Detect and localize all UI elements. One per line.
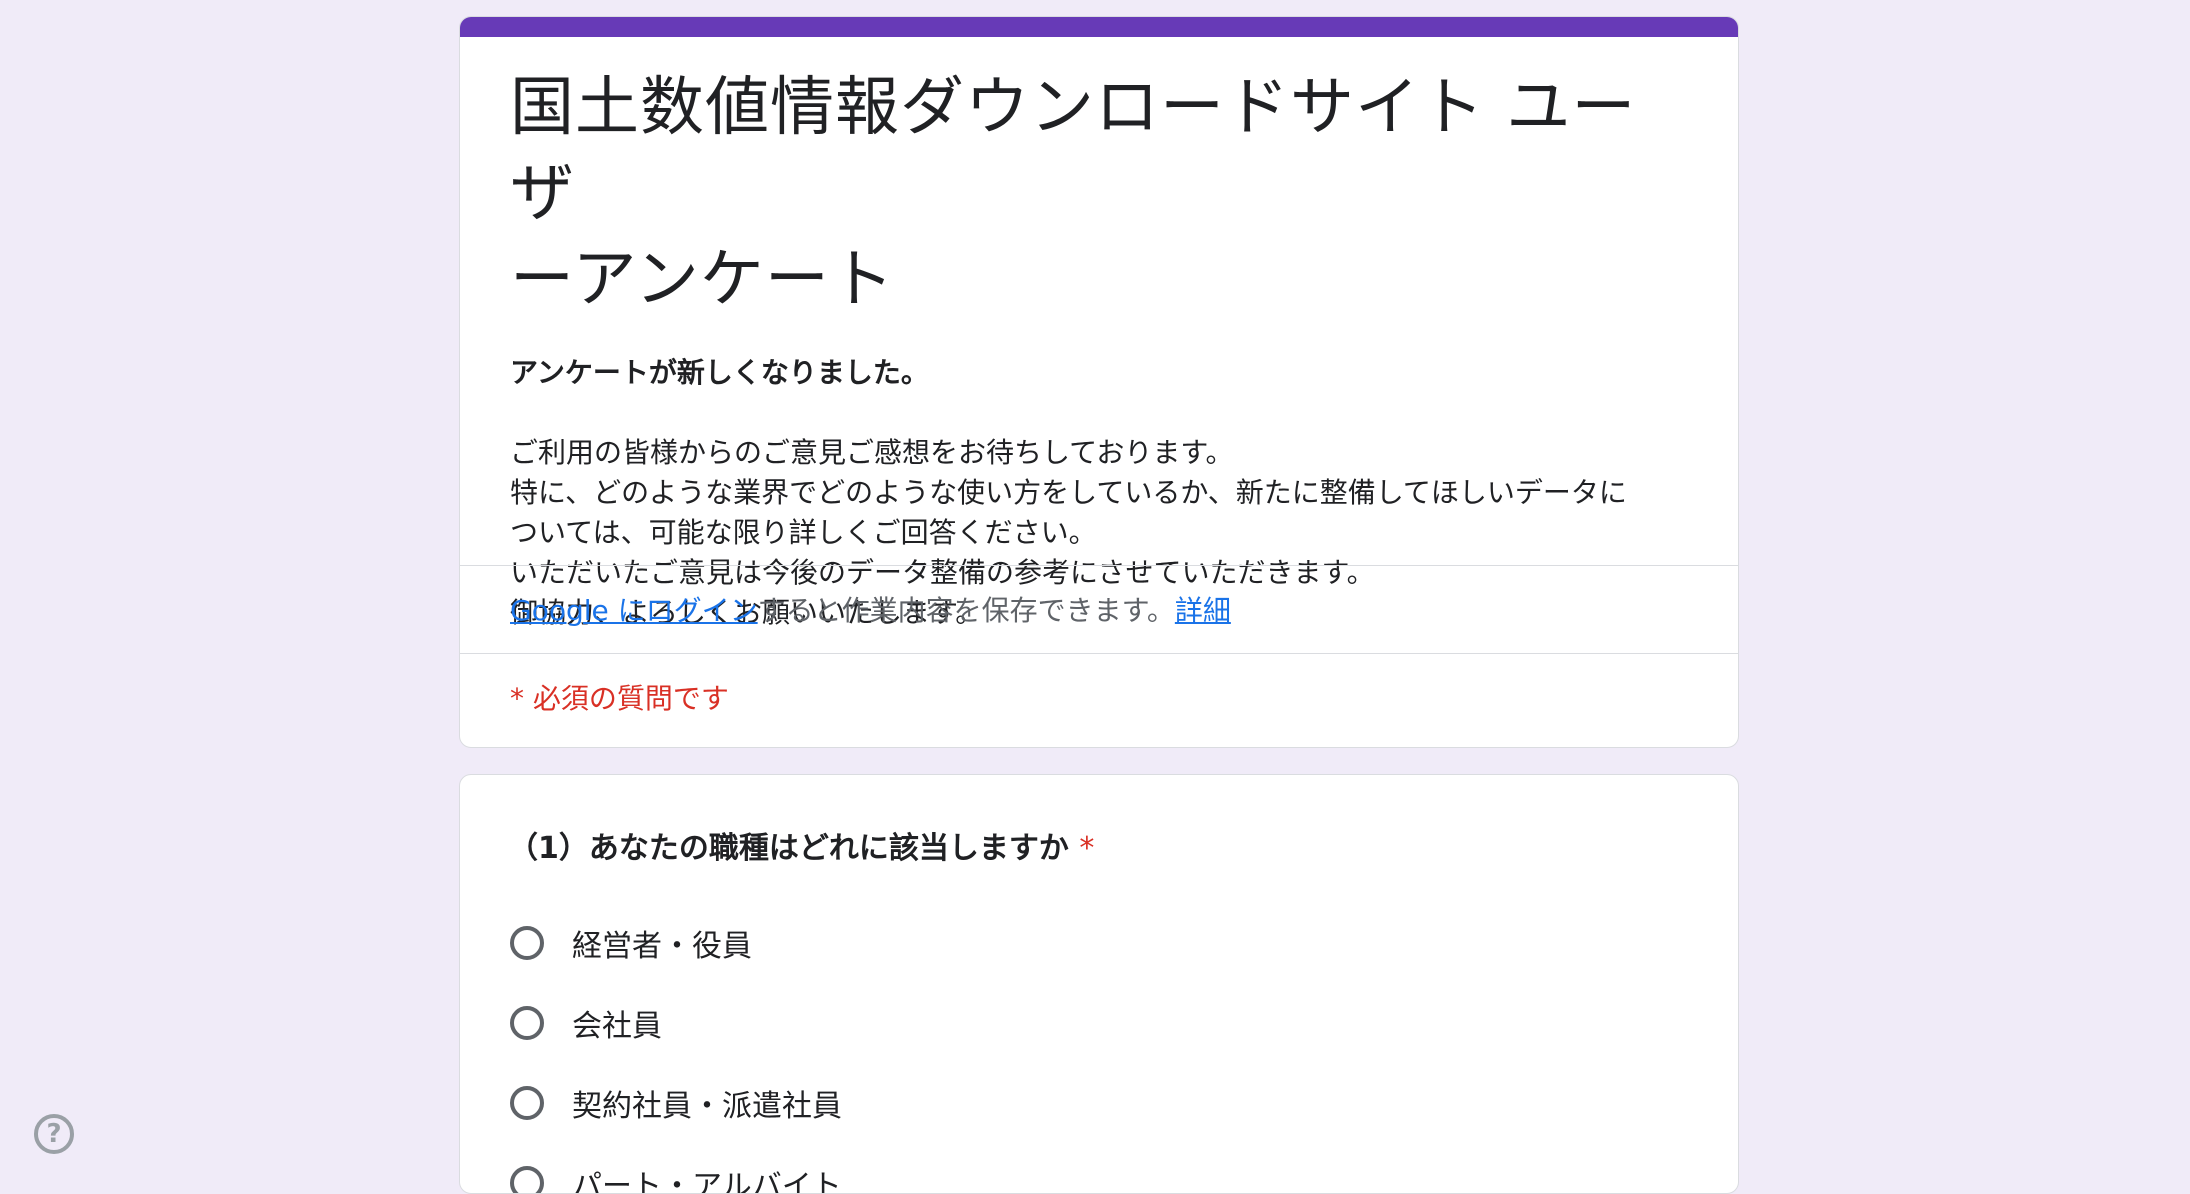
option-contract[interactable]: 契約社員・派遣社員	[510, 1081, 842, 1125]
radio-button[interactable]	[510, 1086, 544, 1120]
question-title: （1）あなたの職種はどれに該当しますか *	[508, 823, 1094, 867]
required-note: * 必須の質問です	[510, 682, 729, 715]
details-link[interactable]: 詳細	[1175, 594, 1231, 627]
header-body: 国土数値情報ダウンロードサイト ユーザ ーアンケート アンケートが新しくなりまし…	[460, 37, 1738, 633]
question-card: （1）あなたの職種はどれに該当しますか * 経営者・役員 会社員 契約社員・派遣…	[459, 774, 1739, 1194]
login-save-text: すると作業内容を保存できます。	[757, 594, 1175, 627]
description-line: ご利用の皆様からのご意見ご感想をお待ちしております。	[510, 436, 1234, 469]
option-part-time[interactable]: パート・アルバイト	[510, 1161, 842, 1194]
form-title-line1: 国土数値情報ダウンロードサイト ユーザ	[510, 71, 1637, 231]
option-label: 契約社員・派遣社員	[572, 1089, 842, 1124]
radio-button[interactable]	[510, 1006, 544, 1040]
description-line: 特に、どのような業界でどのような使い方をしているか、新たに整備してほしいデータに	[510, 476, 1627, 509]
form-title-line2: ーアンケート	[510, 243, 895, 317]
form-title: 国土数値情報ダウンロードサイト ユーザ ーアンケート	[510, 65, 1688, 323]
description-line: いただいたご意見は今後のデータ整備の参考にさせていただきます。	[510, 556, 1375, 589]
question-title-text: （1）あなたの職種はどれに該当しますか	[508, 831, 1069, 866]
accent-bar	[460, 17, 1738, 37]
form-header-card: 国土数値情報ダウンロードサイト ユーザ ーアンケート アンケートが新しくなりまし…	[459, 16, 1739, 748]
help-circle-icon[interactable]: ?	[34, 1114, 74, 1154]
description-bold: アンケートが新しくなりました。	[510, 356, 929, 389]
required-star: *	[1079, 831, 1095, 866]
divider	[460, 653, 1738, 654]
description-line: ついては、可能な限り詳しくご回答ください。	[510, 516, 1097, 549]
google-login-link[interactable]: Google にログイン	[510, 594, 758, 627]
divider	[460, 565, 1738, 566]
login-row: Google にログインすると作業内容を保存できます。詳細	[510, 589, 1231, 629]
option-label: パート・アルバイト	[572, 1169, 842, 1194]
option-executive[interactable]: 経営者・役員	[510, 921, 752, 965]
option-label: 会社員	[572, 1009, 662, 1044]
radio-button[interactable]	[510, 926, 544, 960]
option-employee[interactable]: 会社員	[510, 1001, 662, 1045]
option-label: 経営者・役員	[572, 929, 752, 964]
radio-button[interactable]	[510, 1166, 544, 1193]
